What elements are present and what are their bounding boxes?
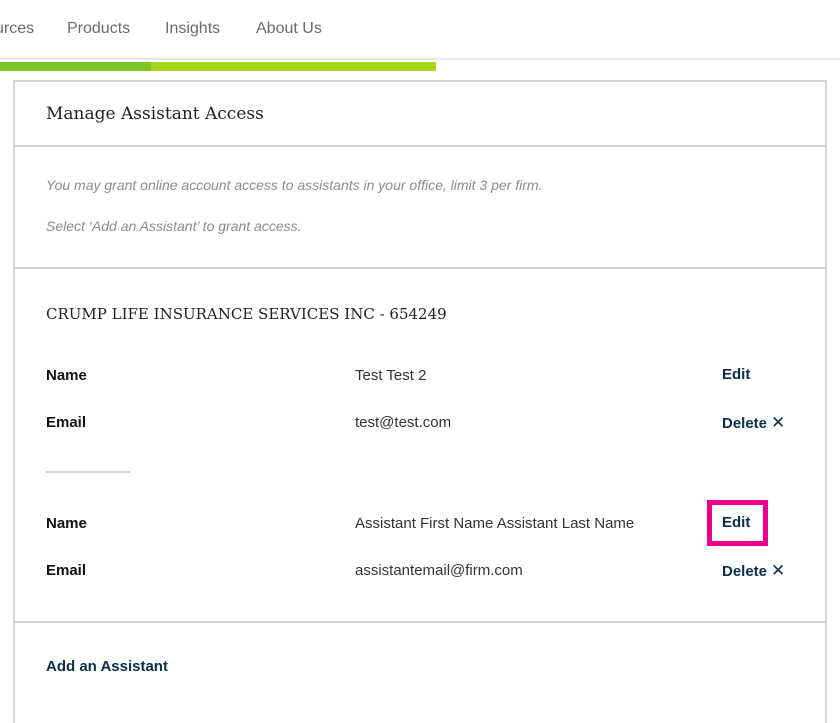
nav-item-resources[interactable]: urces <box>0 20 34 38</box>
nav-item-products[interactable]: Products <box>67 20 130 38</box>
delete-label: Delete <box>722 415 768 432</box>
delete-label: Delete <box>722 563 768 580</box>
progress-bar <box>0 62 436 71</box>
assistant-email-value: test@test.com <box>355 414 452 431</box>
assistant-name-value: Test Test 2 <box>355 367 427 384</box>
card-header: Manage Assistant Access <box>15 82 825 147</box>
intro-section: You may grant online account access to a… <box>15 147 825 269</box>
card-footer: Add an Assistant <box>15 623 825 723</box>
edit-link[interactable]: Edit <box>722 366 750 383</box>
page-title: Manage Assistant Access <box>46 104 264 124</box>
delete-link[interactable]: Delete ✕ <box>722 413 785 433</box>
delete-link[interactable]: Delete ✕ <box>722 561 785 581</box>
email-label: Email <box>46 562 87 579</box>
add-assistant-link[interactable]: Add an Assistant <box>46 658 168 675</box>
close-icon: ✕ <box>771 413 786 432</box>
top-navigation: urces Products Insights About Us <box>0 0 840 60</box>
assistant-divider <box>46 471 130 473</box>
close-icon: ✕ <box>771 561 786 580</box>
email-label: Email <box>46 414 87 431</box>
nav-item-insights[interactable]: Insights <box>165 20 220 38</box>
assistant-email-value: assistantemail@firm.com <box>355 562 523 579</box>
manage-assistant-card: Manage Assistant Access You may grant on… <box>13 80 827 723</box>
assistant-list-section: CRUMP LIFE INSURANCE SERVICES INC - 6542… <box>15 269 825 623</box>
nav-item-about-us[interactable]: About Us <box>256 20 322 38</box>
progress-bar-fill <box>0 62 151 71</box>
name-label: Name <box>46 367 87 384</box>
name-label: Name <box>46 515 87 532</box>
assistant-name-value: Assistant First Name Assistant Last Name <box>355 515 635 532</box>
edit-highlight-box <box>707 500 768 546</box>
intro-text-limit: You may grant online account access to a… <box>46 177 543 193</box>
intro-text-instruction: Select ‘Add an Assistant’ to grant acces… <box>46 218 302 234</box>
firm-name: CRUMP LIFE INSURANCE SERVICES INC - 6542… <box>46 305 447 323</box>
